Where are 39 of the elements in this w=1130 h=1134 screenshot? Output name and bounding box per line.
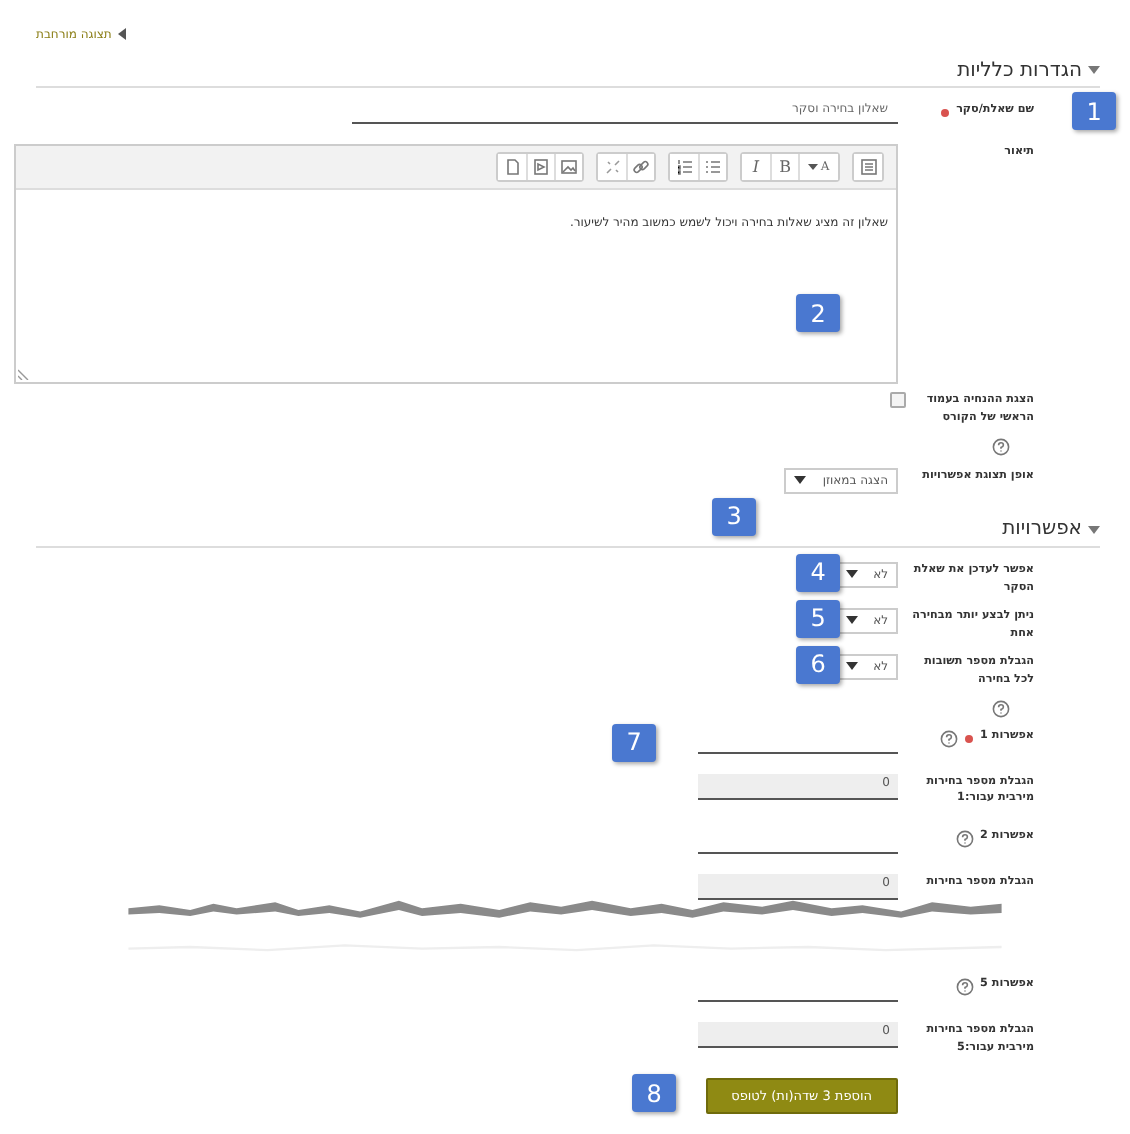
file-icon <box>503 158 521 176</box>
caret-icon <box>794 476 807 485</box>
link-icon <box>632 158 650 176</box>
ul-icon <box>704 158 722 176</box>
caret-icon[interactable] <box>1088 525 1100 534</box>
section-header[interactable]: אפשרויות <box>1002 518 1100 541</box>
callout-badge: 6 <box>796 645 840 684</box>
media-icon <box>532 158 550 176</box>
image-icon <box>560 158 578 176</box>
help-icon[interactable] <box>956 978 975 997</box>
help-icon[interactable] <box>956 830 975 849</box>
callout-badge: 5 <box>796 599 840 638</box>
caret-icon <box>808 164 819 170</box>
ol-icon <box>675 158 693 176</box>
caret-icon <box>845 616 858 625</box>
unlink-icon <box>603 158 621 176</box>
caret-icon[interactable] <box>117 28 126 40</box>
link-button[interactable] <box>626 154 654 180</box>
caret-icon <box>845 570 858 579</box>
media-button[interactable] <box>526 154 554 180</box>
caret-icon <box>845 662 858 671</box>
ol-button[interactable] <box>670 154 698 180</box>
more-button[interactable] <box>854 154 882 180</box>
help-icon[interactable] <box>940 729 959 747</box>
section-header[interactable]: הגדרות כלליות <box>957 59 1100 81</box>
image-button[interactable] <box>554 154 582 180</box>
caret-icon[interactable] <box>1088 66 1100 74</box>
help-icon[interactable] <box>992 437 1010 456</box>
callout-badge: 1 <box>1072 92 1116 130</box>
more-icon <box>859 158 877 176</box>
resize-grip-icon[interactable] <box>18 368 30 380</box>
callout-badge: 3 <box>712 497 756 536</box>
callout-badge: 8 <box>632 1074 676 1113</box>
callout-badge: 2 <box>796 294 840 332</box>
help-icon[interactable] <box>992 699 1010 717</box>
ul-button[interactable] <box>698 154 726 180</box>
checkbox[interactable] <box>890 392 906 408</box>
callout-badge: 7 <box>612 723 656 761</box>
callout-badge: 4 <box>796 553 840 592</box>
